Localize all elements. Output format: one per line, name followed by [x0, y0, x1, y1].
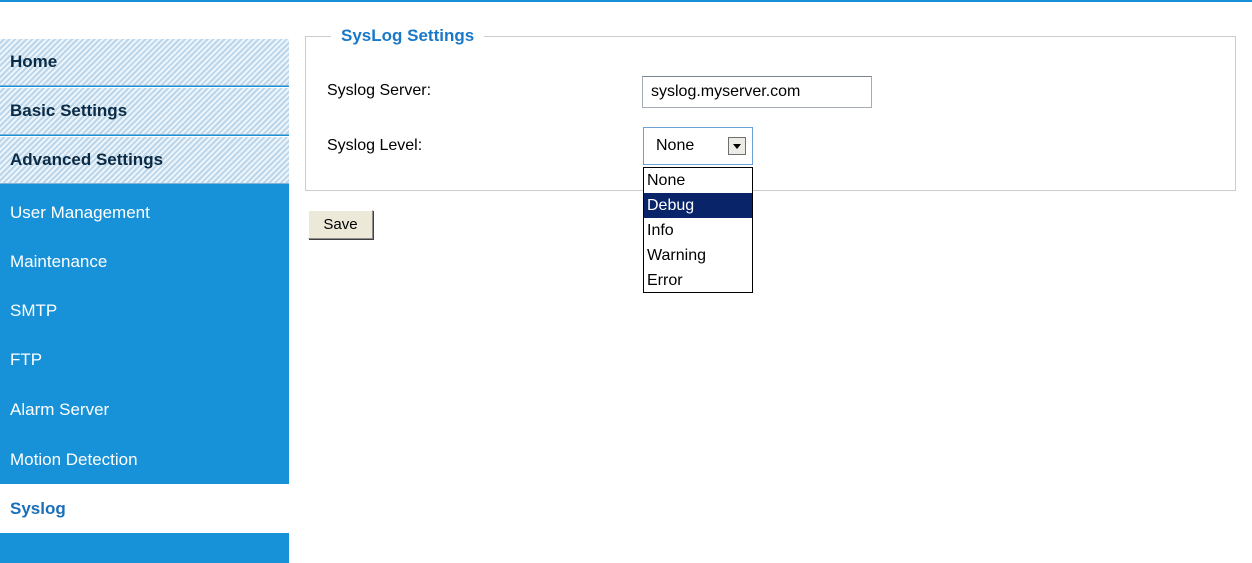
syslog-settings-panel: [305, 36, 1236, 191]
top-accent-line: [0, 0, 1252, 2]
sidebar-item-smtp[interactable]: SMTP: [0, 286, 289, 335]
syslog-level-value: None: [656, 137, 695, 154]
sidebar-item-ftp[interactable]: FTP: [0, 335, 289, 384]
syslog-server-label: Syslog Server:: [327, 82, 432, 99]
sidebar-item-user-management[interactable]: User Management: [0, 188, 289, 237]
chevron-down-icon[interactable]: [728, 137, 746, 155]
sidebar-item-syslog[interactable]: Syslog: [0, 484, 289, 533]
sidebar: Home Basic Settings Advanced Settings Us…: [0, 38, 289, 563]
option-debug[interactable]: Debug: [644, 193, 752, 218]
sidebar-item-maintenance[interactable]: Maintenance: [0, 237, 289, 286]
syslog-level-dropdown: None Debug Info Warning Error: [643, 167, 753, 293]
syslog-level-label: Syslog Level:: [327, 137, 423, 154]
option-warning[interactable]: Warning: [644, 243, 752, 268]
option-error[interactable]: Error: [644, 268, 752, 293]
nav-section-home[interactable]: Home: [0, 38, 289, 86]
syslog-server-input[interactable]: [642, 76, 872, 108]
option-none[interactable]: None: [644, 168, 752, 193]
sidebar-item-motion-detection[interactable]: Motion Detection: [0, 435, 289, 484]
option-info[interactable]: Info: [644, 218, 752, 243]
nav-section-basic-settings[interactable]: Basic Settings: [0, 87, 289, 135]
sidebar-item-alarm-server[interactable]: Alarm Server: [0, 385, 289, 434]
save-button[interactable]: Save: [308, 210, 373, 239]
syslog-level-select[interactable]: None: [643, 127, 753, 165]
nav-section-advanced-settings[interactable]: Advanced Settings: [0, 136, 289, 184]
panel-title: SysLog Settings: [331, 26, 485, 46]
